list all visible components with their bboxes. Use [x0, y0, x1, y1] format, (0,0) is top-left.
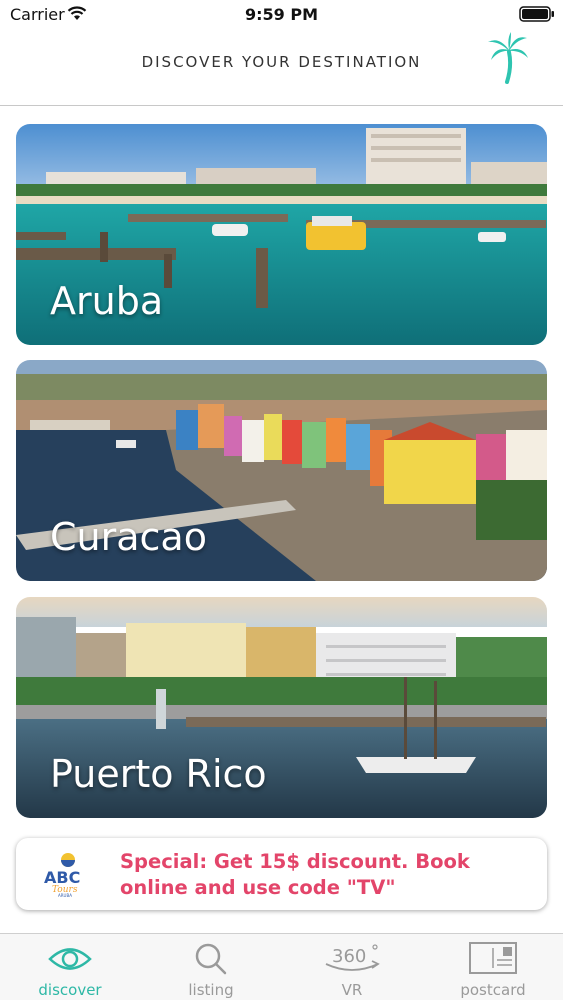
destination-card-puerto-rico[interactable]: Puerto Rico	[16, 597, 547, 818]
tab-discover[interactable]: discover	[0, 934, 140, 1000]
destination-name: Puerto Rico	[50, 752, 267, 796]
clock: 9:59 PM	[244, 5, 318, 24]
search-icon	[195, 943, 227, 975]
destination-card-aruba[interactable]: Aruba	[16, 124, 547, 345]
tab-label: listing	[188, 981, 234, 999]
promo-banner[interactable]: ABC Tours ARUBA Special: Get 15$ discoun…	[16, 838, 547, 910]
palm-tree-icon	[488, 32, 528, 84]
nav-header: DISCOVER YOUR DESTINATION	[0, 30, 563, 106]
svg-text:ARUBA: ARUBA	[58, 893, 72, 898]
destination-card-curacao[interactable]: Curacao	[16, 360, 547, 581]
tab-listing[interactable]: listing	[141, 934, 281, 1000]
svg-text:360: 360	[332, 946, 366, 967]
postcard-icon	[469, 942, 517, 974]
tab-label: postcard	[460, 981, 526, 999]
tab-label: discover	[38, 981, 102, 999]
page-title: DISCOVER YOUR DESTINATION	[141, 53, 422, 71]
eye-icon	[48, 948, 92, 970]
battery-icon	[519, 6, 554, 22]
tab-label: VR	[341, 981, 363, 999]
destination-name: Aruba	[50, 279, 164, 323]
tab-postcard[interactable]: postcard	[423, 934, 563, 1000]
status-bar: Carrier 9:59 PM	[0, 0, 563, 30]
tab-bar: discover listing 360 VR postcard	[0, 933, 563, 1000]
promo-text: Special: Get 15$ discount. Book online a…	[120, 850, 470, 899]
destination-name: Curacao	[50, 515, 207, 559]
abc-tours-logo: ABC Tours ARUBA	[44, 853, 80, 898]
360-icon: 360	[325, 944, 380, 971]
tab-vr[interactable]: 360 VR	[282, 934, 422, 1000]
